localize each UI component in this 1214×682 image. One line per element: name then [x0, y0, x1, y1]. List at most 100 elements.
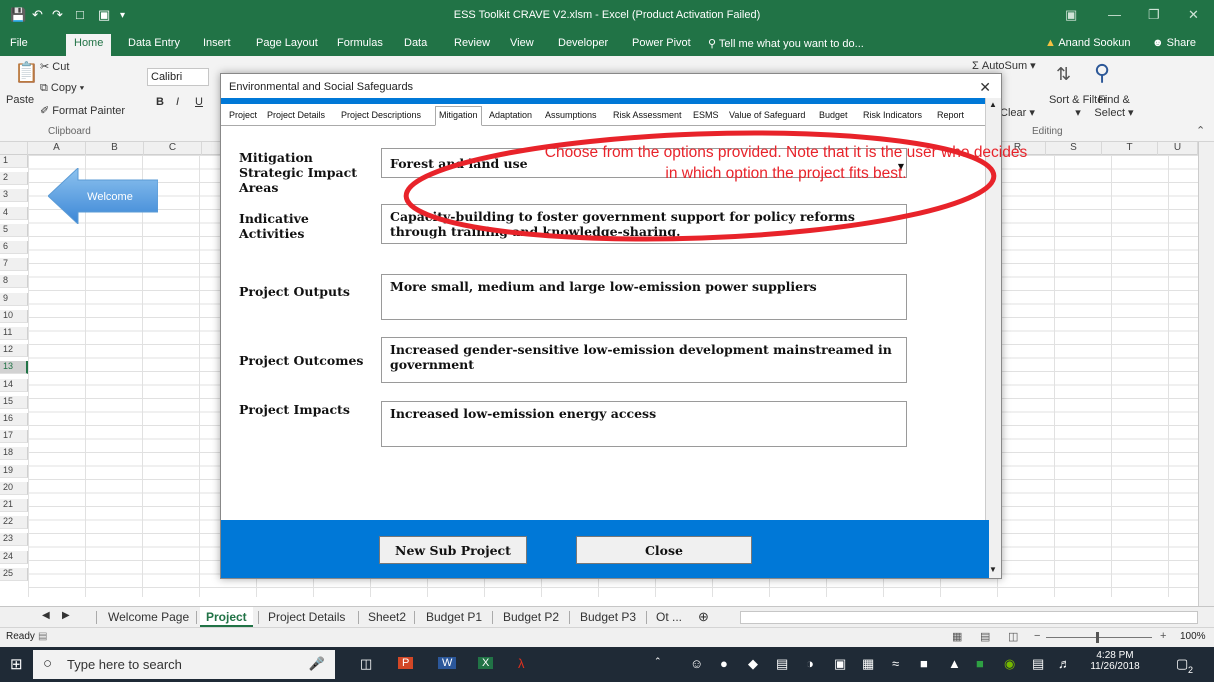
paste-button[interactable]: Paste	[6, 94, 34, 106]
format-painter-button[interactable]: ✐ Format Painter	[40, 104, 125, 117]
zoom-slider[interactable]	[1046, 632, 1152, 643]
horizontal-scrollbar[interactable]	[740, 611, 1198, 624]
zoom-in-icon[interactable]: +	[1160, 630, 1166, 642]
column-header-c[interactable]: C	[144, 142, 202, 155]
tab-data-entry[interactable]: Data Entry	[128, 37, 180, 49]
microphone-icon[interactable]: 🎤	[309, 656, 325, 672]
autosum-button[interactable]: Σ AutoSum ▾	[972, 59, 1036, 72]
row-header[interactable]: 6	[0, 241, 28, 254]
tab-mitigation[interactable]: Mitigation	[435, 106, 482, 126]
column-header-a[interactable]: A	[28, 142, 86, 155]
tab-power-pivot[interactable]: Power Pivot	[632, 37, 691, 49]
row-header[interactable]: 20	[0, 481, 28, 495]
underline-button[interactable]: U	[195, 96, 203, 108]
bold-button[interactable]: B	[156, 96, 164, 108]
row-header[interactable]: 18	[0, 447, 28, 461]
sheet-tab-budget-p3[interactable]: Budget P3	[580, 610, 636, 624]
sheet-tab-project-details[interactable]: Project Details	[268, 610, 345, 624]
row-header[interactable]: 3	[0, 189, 28, 203]
tab-project[interactable]: Project	[229, 110, 257, 120]
tab-value-of-safeguard[interactable]: Value of Safeguard	[729, 110, 805, 120]
row-header[interactable]: 19	[0, 464, 28, 478]
tell-me-box[interactable]: ⚲ Tell me what you want to do...	[708, 37, 864, 50]
word-icon[interactable]: W	[438, 657, 457, 669]
vertical-scrollbar[interactable]	[1198, 142, 1214, 606]
tab-data[interactable]: Data	[404, 37, 427, 49]
restore-icon[interactable]: ❐	[1148, 7, 1160, 23]
row-header[interactable]: 13	[0, 361, 28, 375]
row-header[interactable]: 22	[0, 516, 28, 530]
project-impacts-field[interactable]: Increased low-emission energy access	[381, 401, 907, 447]
font-name-box[interactable]: Calibri	[147, 68, 209, 86]
magnifier-icon[interactable]: ⚲	[1094, 60, 1110, 86]
show-hidden-icons-icon[interactable]: ⌃	[654, 656, 662, 667]
close-button[interactable]: Close	[576, 536, 752, 564]
normal-view-icon[interactable]: ▦	[952, 630, 962, 643]
row-header[interactable]: 9	[0, 292, 28, 306]
macro-record-icon[interactable]: ▤	[38, 631, 47, 642]
row-header[interactable]: 23	[0, 533, 28, 547]
row-header[interactable]: 8	[0, 275, 28, 289]
italic-button[interactable]: I	[176, 96, 179, 108]
tray-app-icon[interactable]: ●	[720, 656, 728, 671]
row-header[interactable]: 16	[0, 413, 28, 426]
excel-icon[interactable]: X	[478, 657, 494, 669]
tab-esms[interactable]: ESMS	[693, 110, 719, 120]
dialog-close-icon[interactable]: ✕	[979, 79, 991, 96]
tab-project-descriptions[interactable]: Project Descriptions	[341, 110, 421, 120]
row-header[interactable]: 12	[0, 344, 28, 358]
row-header[interactable]: 14	[0, 378, 28, 392]
people-icon[interactable]: ☺	[690, 656, 703, 671]
row-header[interactable]: 10	[0, 309, 28, 323]
close-window-icon[interactable]: ✕	[1188, 7, 1199, 23]
find-select-button[interactable]: Find & Select ▾	[1090, 94, 1138, 119]
tab-file[interactable]: File	[10, 37, 28, 49]
nvidia-icon[interactable]: ◉	[1004, 656, 1015, 672]
row-header[interactable]: 2	[0, 172, 28, 186]
sheet-tab-budget-p1[interactable]: Budget P1	[426, 610, 482, 624]
clear-button[interactable]: Clear ▾	[1000, 106, 1035, 119]
select-all-corner[interactable]	[0, 142, 28, 155]
paste-icon[interactable]: 📋	[14, 60, 39, 85]
action-center-icon[interactable]: ▢	[1176, 656, 1188, 672]
row-header[interactable]: 4	[0, 206, 28, 220]
ribbon-display-options-icon[interactable]: ▣	[1065, 7, 1077, 23]
sheet-tab-sheet2[interactable]: Sheet2	[368, 610, 406, 624]
project-outputs-field[interactable]: More small, medium and large low-emissio…	[381, 274, 907, 320]
welcome-arrow-button[interactable]: Welcome	[48, 168, 158, 224]
tab-risk-indicators[interactable]: Risk Indicators	[863, 110, 922, 120]
minimize-icon[interactable]: —	[1108, 7, 1121, 22]
new-sub-project-button[interactable]: New Sub Project	[379, 536, 527, 564]
sheet-tab-budget-p2[interactable]: Budget P2	[503, 610, 559, 624]
row-header[interactable]: 17	[0, 430, 28, 444]
tray-app-icon[interactable]: ■	[920, 656, 928, 671]
tab-adaptation[interactable]: Adaptation	[489, 110, 532, 120]
column-header-b[interactable]: B	[86, 142, 144, 155]
row-header[interactable]: 1	[0, 155, 28, 168]
tab-project-details[interactable]: Project Details	[267, 110, 325, 120]
windows-start-icon[interactable]: ⊞	[10, 655, 23, 673]
tray-app-icon[interactable]: ◆	[748, 656, 758, 672]
tray-app-icon[interactable]: ■	[976, 656, 984, 671]
tab-formulas[interactable]: Formulas	[337, 37, 383, 49]
page-break-view-icon[interactable]: ◫	[1008, 630, 1018, 643]
tab-insert[interactable]: Insert	[203, 37, 231, 49]
tray-app-icon[interactable]: ◑	[806, 656, 814, 671]
tab-home[interactable]: Home	[66, 34, 112, 56]
share-button[interactable]: ☻ Share	[1152, 37, 1196, 49]
row-header[interactable]: 21	[0, 499, 28, 512]
tab-view[interactable]: View	[510, 37, 534, 49]
collapse-ribbon-icon[interactable]: ⌃	[1196, 124, 1205, 137]
user-account[interactable]: ▲ Anand Sookun	[1045, 37, 1131, 49]
tray-app-icon[interactable]: ▣	[834, 656, 846, 672]
tab-budget[interactable]: Budget	[819, 110, 848, 120]
tab-page-layout[interactable]: Page Layout	[256, 37, 318, 49]
scroll-down-icon[interactable]: ▼	[989, 565, 997, 574]
row-header[interactable]: 5	[0, 223, 28, 237]
zoom-level[interactable]: 100%	[1180, 631, 1206, 642]
tray-app-icon[interactable]: ▲	[948, 656, 961, 671]
row-header[interactable]: 11	[0, 327, 28, 340]
add-sheet-icon[interactable]: ⊕	[698, 609, 709, 625]
scroll-tabs-left-icon[interactable]: ◀	[42, 610, 50, 621]
row-header[interactable]: 24	[0, 550, 28, 564]
